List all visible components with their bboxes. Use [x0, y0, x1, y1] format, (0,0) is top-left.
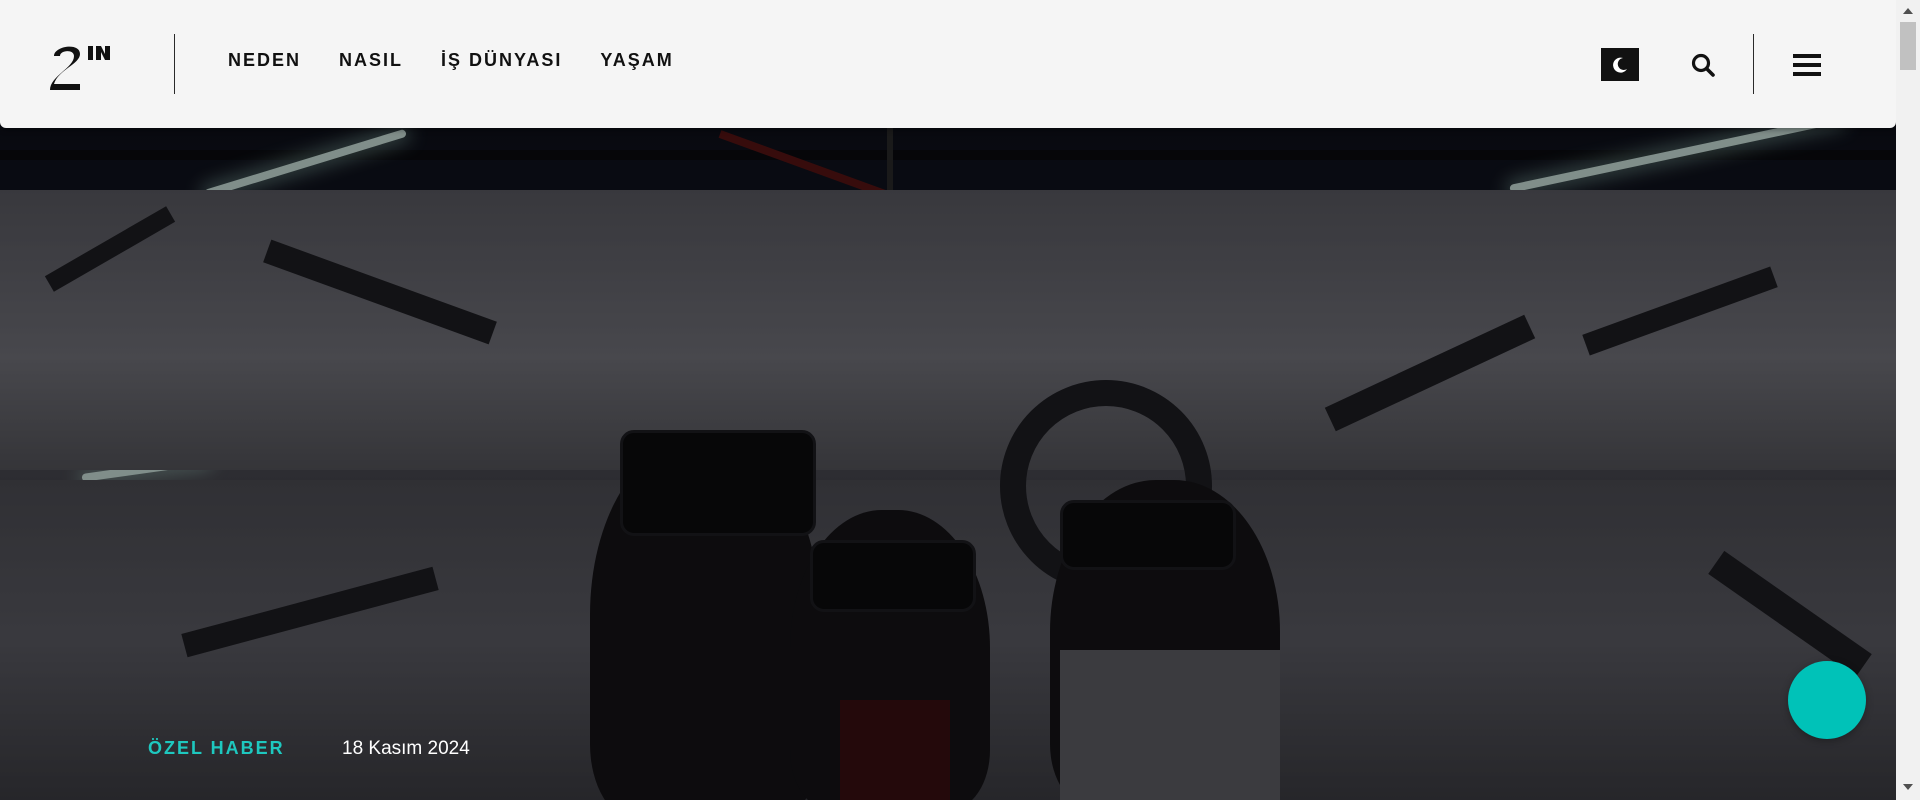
article-date: 18 Kasım 2024 — [342, 738, 470, 759]
site-logo[interactable] — [50, 40, 112, 90]
hamburger-menu-icon — [1793, 53, 1821, 76]
dark-mode-toggle[interactable] — [1601, 48, 1639, 81]
main-nav: NEDEN NASIL İŞ DÜNYASI YAŞAM — [228, 50, 712, 71]
header-divider — [174, 34, 175, 94]
nav-item-nasil[interactable]: NASIL — [339, 50, 403, 71]
scroll-down-arrow-icon[interactable] — [1903, 784, 1913, 790]
scroll-up-arrow-icon[interactable] — [1903, 8, 1913, 14]
search-button[interactable] — [1688, 48, 1718, 81]
header-divider — [1753, 34, 1754, 94]
nav-item-is-dunyasi[interactable]: İŞ DÜNYASI — [441, 50, 562, 71]
search-icon — [1691, 53, 1715, 77]
article-category[interactable]: ÖZEL HABER — [148, 738, 285, 759]
moon-icon — [1613, 57, 1627, 73]
page-scrollbar[interactable] — [1896, 0, 1920, 800]
chat-fab[interactable] — [1788, 661, 1866, 739]
nav-item-neden[interactable]: NEDEN — [228, 50, 301, 71]
menu-button[interactable] — [1790, 48, 1824, 81]
scrollbar-thumb[interactable] — [1900, 22, 1916, 70]
nav-item-yasam[interactable]: YAŞAM — [600, 50, 673, 71]
site-header: NEDEN NASIL İŞ DÜNYASI YAŞAM — [0, 0, 1896, 128]
